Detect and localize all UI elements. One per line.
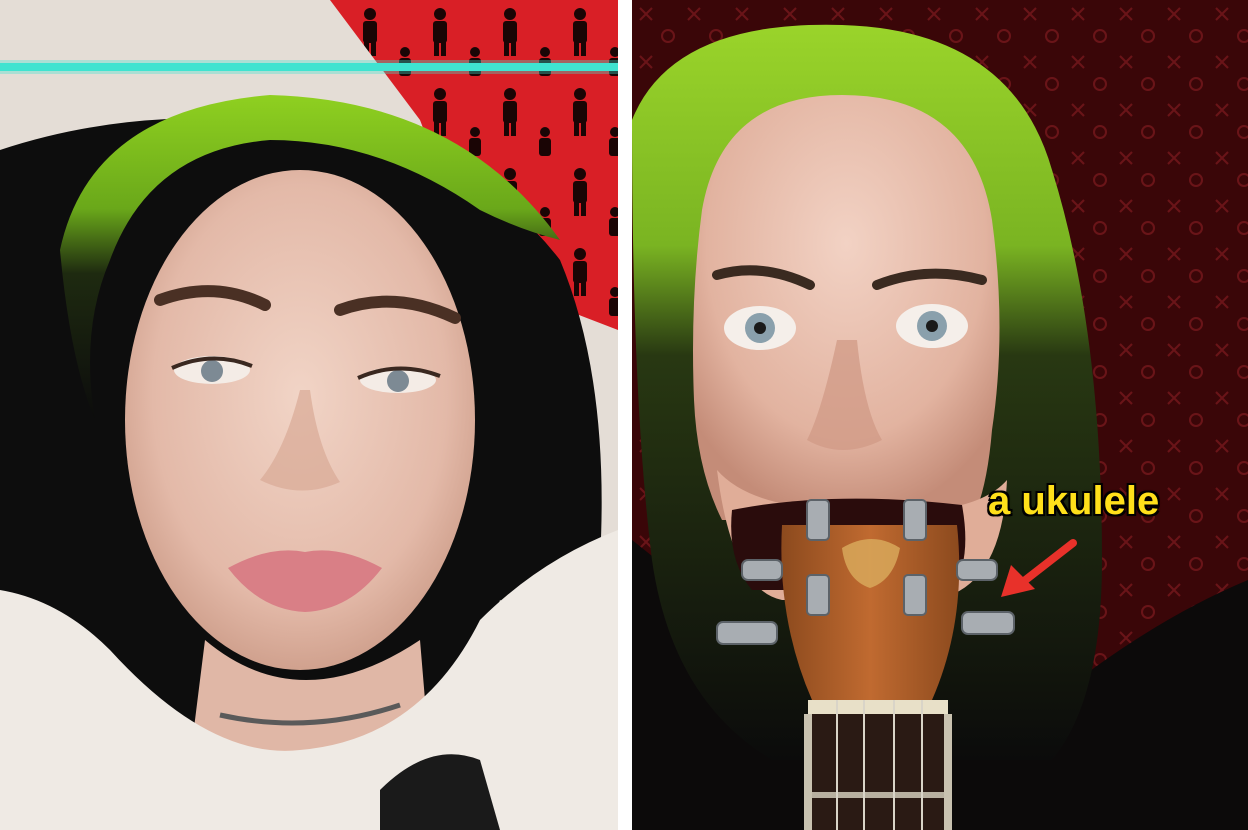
red-arrow-icon bbox=[1001, 539, 1077, 597]
ukulele-label: a ukulele bbox=[988, 479, 1160, 523]
right-photo bbox=[632, 0, 1248, 830]
photo-divider bbox=[618, 0, 632, 830]
left-photo bbox=[0, 0, 618, 830]
photo-collage: a ukulele bbox=[0, 0, 1248, 830]
